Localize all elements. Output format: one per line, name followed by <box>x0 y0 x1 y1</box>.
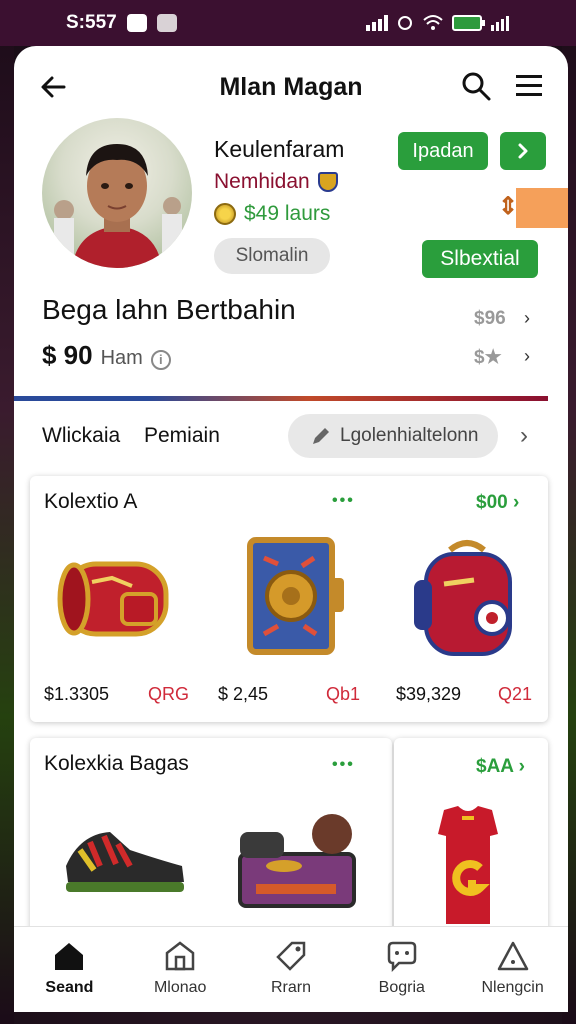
coins-value: $49 laurs <box>244 202 331 225</box>
nav-label: Bogria <box>378 979 425 996</box>
summary-value-bottom: $★ <box>474 347 502 368</box>
status-time: S:557 <box>66 12 117 33</box>
wifi-icon <box>423 15 443 30</box>
collection-card-side[interactable]: $AA › <box>394 738 548 958</box>
collection-link[interactable]: $00 › <box>476 492 519 514</box>
notification-icon <box>126 14 147 32</box>
balance-unit: Ham <box>100 347 143 369</box>
collection-card[interactable]: Kolextio A ••• $00 › $1.3305 QRG $ 2,45 … <box>30 476 548 722</box>
player-portrait-icon <box>54 144 182 268</box>
nav-item-chat[interactable]: Bogria <box>346 927 457 1012</box>
store-icon <box>165 941 195 971</box>
select-button[interactable]: Slbextial <box>422 240 538 278</box>
coins-row: $49 laurs <box>214 202 330 226</box>
item-price: $ 2,45 <box>218 684 269 704</box>
jersey-icon[interactable] <box>428 804 508 928</box>
nav-label: Rrarn <box>270 979 311 996</box>
profile-subtitle-row: Nemhidan <box>214 170 338 194</box>
home-icon <box>55 943 84 970</box>
collection-card[interactable]: Kolexkia Bagas ••• <box>30 738 392 958</box>
nav-label: Nlengcin <box>481 979 544 996</box>
nav-item-store[interactable]: Mlonao <box>125 927 236 1012</box>
summary-value-top: $96 <box>474 308 506 329</box>
update-button[interactable]: Ipadan <box>398 132 488 170</box>
collection-title: Kolexkia Bagas <box>44 752 189 775</box>
nav-item-tag[interactable]: Rrarn <box>236 927 347 1012</box>
avatar[interactable] <box>42 118 192 268</box>
app-screen: Mlan Magan Keulenfaram Nemhidan $49 laur… <box>14 46 568 1012</box>
gallery-icon <box>156 14 177 32</box>
alert-icon <box>497 941 528 971</box>
red-bag-icon[interactable] <box>52 542 178 652</box>
battery-icon <box>452 15 485 31</box>
info-icon[interactable]: i <box>150 350 171 370</box>
search-field[interactable]: Lgolenhialtelonn <box>288 414 498 458</box>
chevron-right-icon[interactable]: › <box>524 308 530 329</box>
tag-icon <box>276 941 306 971</box>
section-title: Bega lahn Bertbahin <box>42 294 296 325</box>
collection-title: Kolextio A <box>44 490 138 513</box>
orange-tab <box>516 188 568 228</box>
pen-icon <box>313 428 329 444</box>
item-price: $39,329 <box>396 684 462 704</box>
next-button[interactable] <box>500 132 546 170</box>
collection-link-text: $00 <box>476 492 508 513</box>
signal-icon <box>366 15 388 31</box>
background-left <box>0 0 14 1024</box>
collection-link[interactable]: $AA › <box>476 756 525 778</box>
card-case-icon[interactable] <box>244 534 348 658</box>
signal-icon-2 <box>491 16 509 31</box>
item-tag: Qb1 <box>326 684 361 704</box>
tab-first[interactable]: Wlickaia <box>42 424 120 448</box>
status-badge[interactable]: Slomalin <box>214 238 330 274</box>
search-field-text: Lgolenhialtelonn <box>340 425 479 446</box>
sneaker-icon[interactable] <box>60 820 190 900</box>
status-bar: S:557 <box>0 0 576 46</box>
bottom-nav: Seand Mlonao Rrarn Bogria Nlengcin <box>14 926 568 1012</box>
chevron-right-icon <box>518 143 528 159</box>
profile-subtitle: Nemhidan <box>214 170 310 193</box>
search-icon[interactable] <box>460 70 492 102</box>
item-tag: QRG <box>148 684 190 704</box>
nav-item-home[interactable]: Seand <box>14 927 125 1012</box>
menu-icon[interactable] <box>514 72 544 100</box>
treasure-box-icon[interactable] <box>226 810 366 914</box>
more-icon[interactable]: ••• <box>332 492 355 510</box>
tab-second[interactable]: Pemiain <box>144 424 220 448</box>
coin-icon <box>214 203 236 225</box>
chat-icon <box>387 941 417 973</box>
nav-label: Mlonao <box>153 979 207 996</box>
item-price: $1.3305 <box>44 684 110 704</box>
more-icon[interactable]: ••• <box>332 756 355 774</box>
alarm-icon <box>398 16 412 30</box>
app-header: Mlan Magan <box>14 64 568 110</box>
collection-link-text: $AA <box>476 756 514 777</box>
backpack-icon[interactable] <box>410 536 524 660</box>
back-arrow-icon[interactable] <box>36 70 70 104</box>
balance-row: $ 90 Ham i <box>42 340 171 371</box>
nav-item-alert[interactable]: Nlengcin <box>457 927 568 1012</box>
chevron-right-icon[interactable]: › <box>524 346 530 367</box>
profile-name: Keulenfaram <box>214 136 345 162</box>
balance-value: $ 90 <box>42 340 93 370</box>
item-tag: Q21 <box>498 684 533 704</box>
chevron-right-icon[interactable]: › <box>520 422 528 450</box>
color-divider <box>14 396 548 401</box>
club-badge-icon <box>317 172 338 192</box>
nav-label: Seand <box>45 979 94 996</box>
